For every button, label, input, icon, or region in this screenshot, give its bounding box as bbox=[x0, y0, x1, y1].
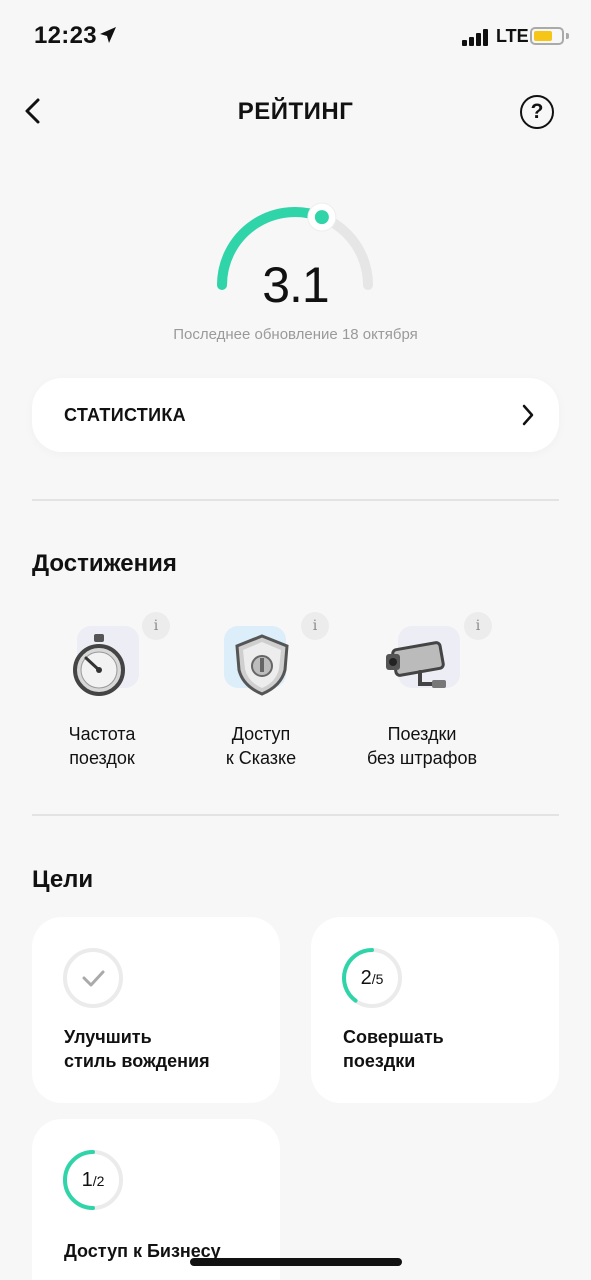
status-time: 12:23 bbox=[34, 22, 97, 49]
rating-update-text: Последнее обновление 18 октября bbox=[173, 326, 418, 343]
goal-card-driving-style[interactable]: Улучшить стиль вождения bbox=[32, 917, 280, 1103]
goal-count: 1/2 bbox=[81, 1169, 105, 1191]
battery-cap bbox=[566, 33, 569, 39]
location-arrow-icon bbox=[100, 27, 116, 43]
achievements-title: Достижения bbox=[32, 550, 177, 577]
info-icon[interactable]: i bbox=[142, 612, 170, 640]
help-button[interactable]: ? bbox=[520, 95, 554, 129]
goal-label: Совершать поездки bbox=[343, 1027, 444, 1071]
info-icon[interactable]: i bbox=[464, 612, 492, 640]
status-bar: 12:23 LTE bbox=[0, 0, 591, 72]
achievement-ride-frequency[interactable]: i Частота поездок bbox=[32, 612, 172, 782]
shield-icon bbox=[235, 634, 289, 696]
achievement-label: Доступ к Сказке bbox=[225, 724, 297, 768]
achievement-fairytale-access[interactable]: i Доступ к Сказке bbox=[191, 612, 331, 782]
divider bbox=[32, 814, 559, 816]
network-type: LTE bbox=[496, 26, 529, 46]
home-indicator bbox=[190, 1258, 402, 1266]
goal-label: Улучшить стиль вождения bbox=[64, 1027, 210, 1071]
achievement-label: Частота поездок bbox=[68, 724, 136, 768]
goal-progress-ring bbox=[63, 948, 123, 1008]
camera-icon bbox=[386, 641, 446, 688]
info-icon[interactable]: i bbox=[301, 612, 329, 640]
achievement-label: Поездки без штрафов bbox=[366, 724, 478, 768]
signal-icon bbox=[462, 28, 492, 46]
checkmark-icon bbox=[82, 970, 105, 987]
rating-value: 3.1 bbox=[262, 257, 330, 313]
goals-title: Цели bbox=[32, 866, 94, 893]
page-title: РЕЙТИНГ bbox=[237, 98, 354, 125]
goal-card-business-access[interactable]: 1/2 Доступ к Бизнесу bbox=[32, 1119, 280, 1280]
divider bbox=[32, 499, 559, 501]
achievement-no-fines[interactable]: i Поездки без штрафов bbox=[352, 612, 492, 782]
goal-count: 2/5 bbox=[360, 967, 384, 989]
stopwatch-icon bbox=[73, 634, 125, 696]
statistics-button[interactable]: СТАТИСТИКА bbox=[32, 378, 559, 452]
goal-card-rides[interactable]: 2/5 Совершать поездки bbox=[311, 917, 559, 1103]
battery-icon bbox=[530, 27, 564, 45]
chevron-right-icon bbox=[522, 404, 534, 426]
statistics-label: СТАТИСТИКА bbox=[64, 405, 186, 425]
